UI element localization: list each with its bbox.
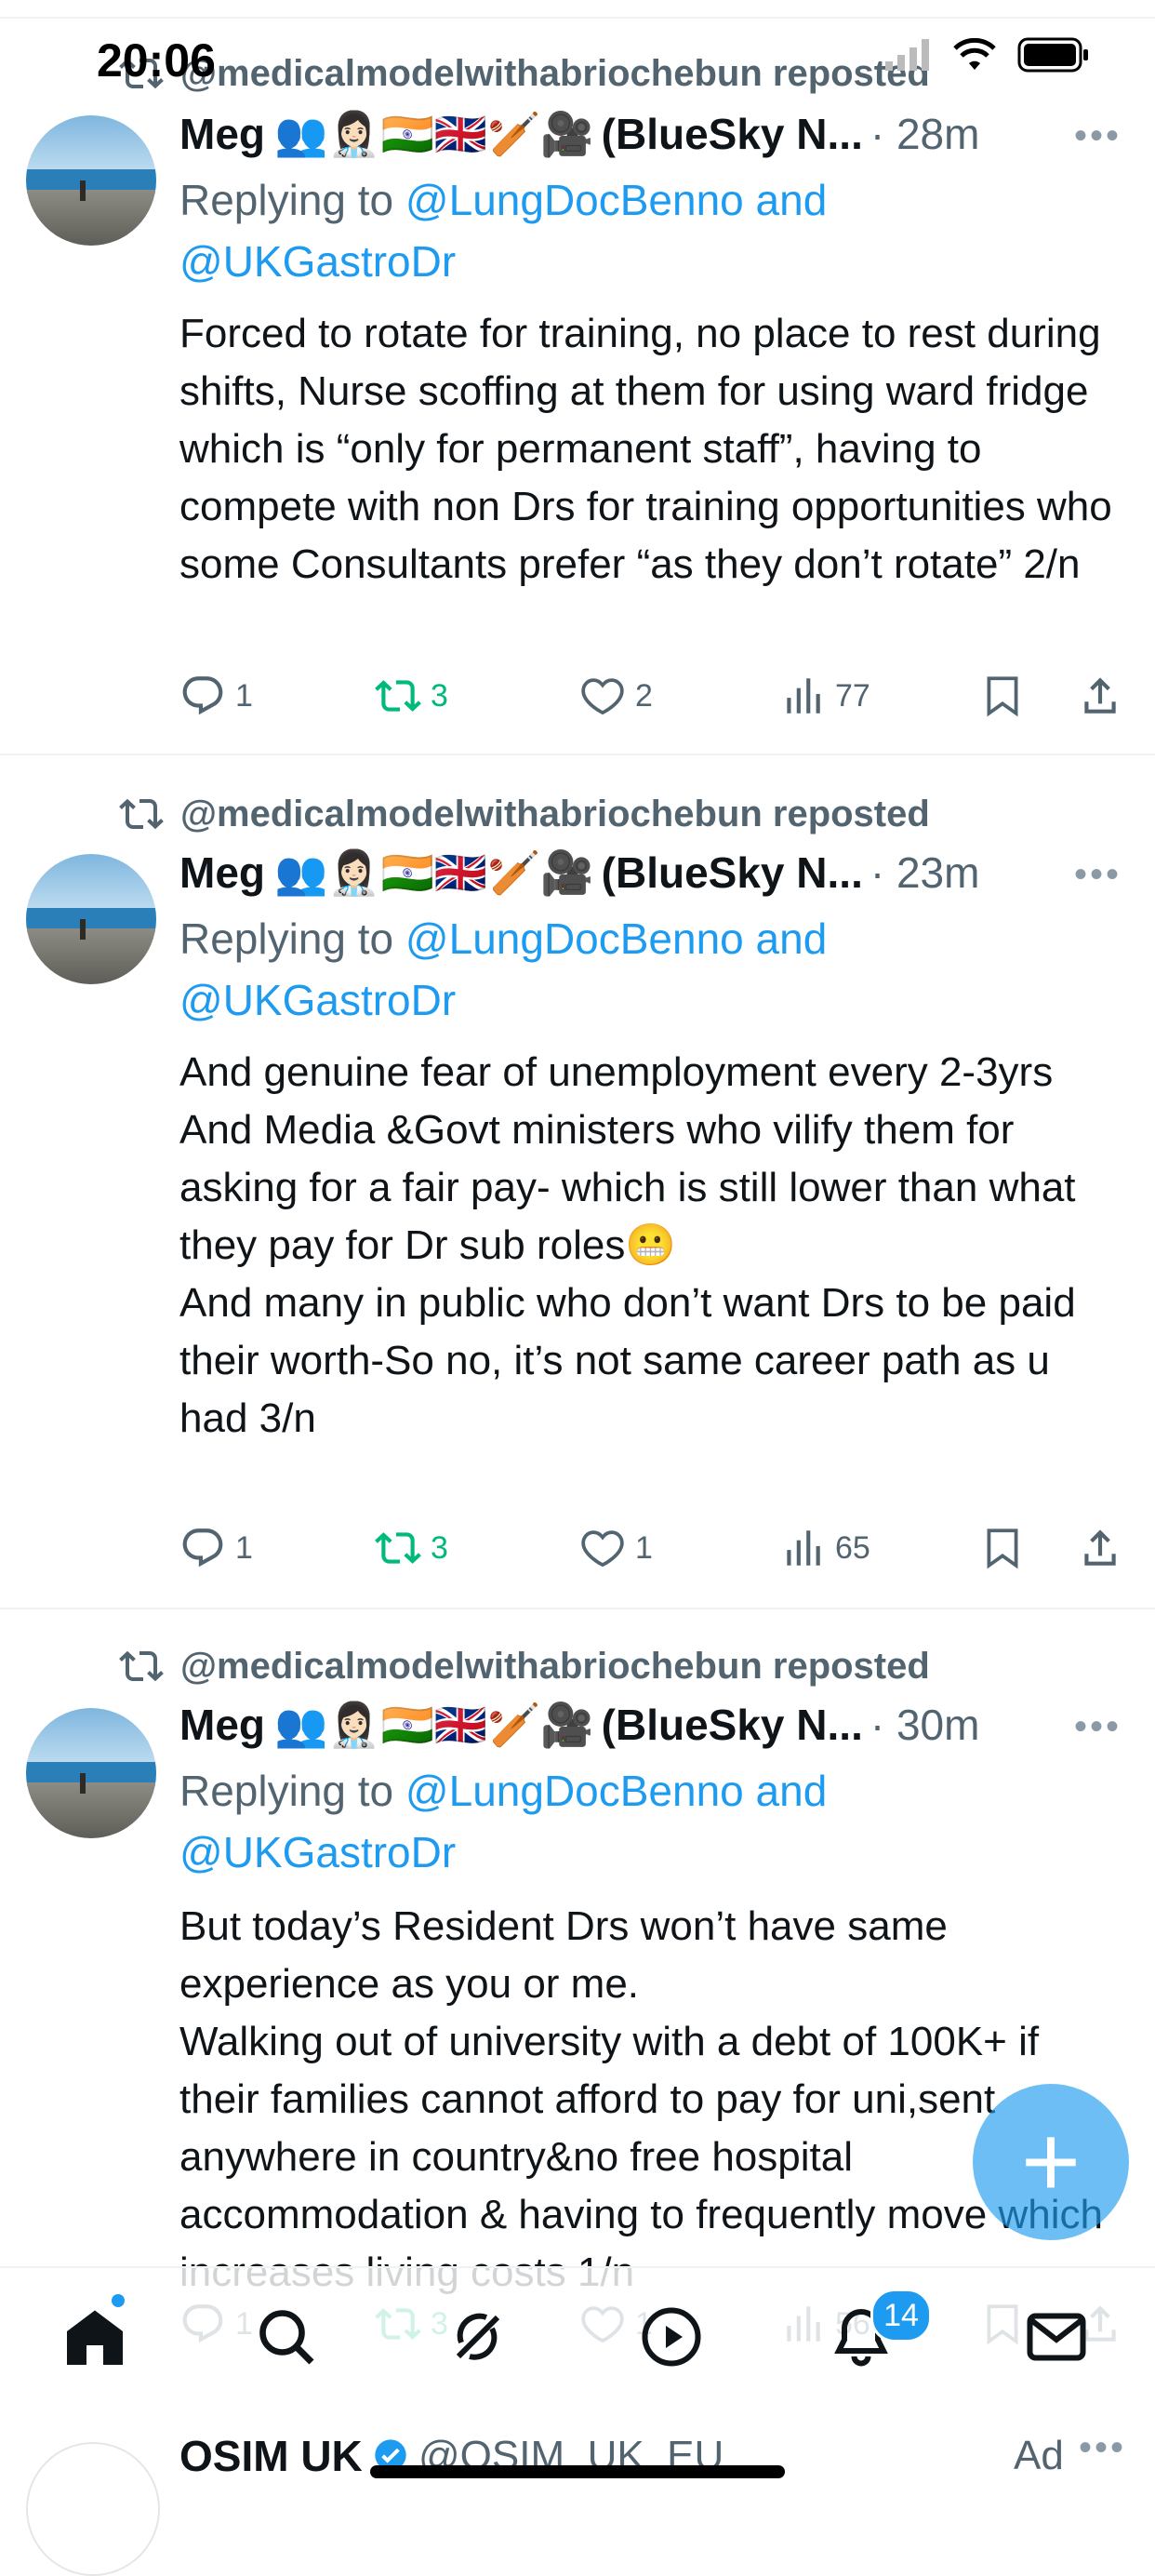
tweet-time[interactable]: · 30m [870,1700,980,1750]
status-bar: 20:06 [0,0,1155,102]
heart-icon [581,678,624,715]
author-emojis: 👥👩🏻‍⚕️🇮🇳🇬🇧🏏🎥 [274,847,594,898]
share-icon [1084,677,1116,714]
home-unread-dot [112,2294,125,2307]
share-button[interactable] [1077,668,1133,724]
tweet-text: And genuine fear of unemployment every 2… [179,1049,1076,1441]
heart-icon [581,1530,624,1568]
bookmark-icon [987,1528,1018,1569]
avatar[interactable] [26,854,156,984]
notifications-badge: 14 [870,2289,932,2342]
avatar[interactable] [26,1708,156,1838]
repost-text: @medicalmodelwithabriochebun reposted [180,1645,930,1687]
status-time: 20:06 [97,34,216,87]
repost-icon [375,1532,421,1564]
search-icon [259,2310,314,2365]
tweet-time[interactable]: · 23m [870,848,980,898]
author-name-suffix[interactable]: (BlueSky N... [602,109,863,159]
grok-icon [456,2313,500,2360]
tweet-time[interactable]: · 28m [870,109,980,159]
nav-grok[interactable] [445,2303,519,2378]
bottom-nav [0,2266,1155,2408]
views-count: 77 [835,677,870,714]
home-icon [67,2310,123,2365]
reply-icon [182,676,223,715]
like-count: 1 [635,1529,653,1566]
views-icon [787,1530,820,1566]
repost-button[interactable]: 3 [375,668,448,724]
replying-to: Replying to @LungDocBenno and @UKGastroD… [179,169,1109,292]
mail-icon [1027,2313,1086,2361]
views-count: 65 [835,1529,870,1566]
reply-icon [182,1528,223,1568]
compose-plus-icon: + [1020,2104,1082,2219]
bookmark-button[interactable] [979,1520,1035,1576]
avatar[interactable] [26,115,156,246]
author-emojis: 👥👩🏻‍⚕️🇮🇳🇬🇧🏏🎥 [274,108,594,159]
views-button[interactable]: 65 [779,1520,870,1576]
author-name-suffix[interactable]: (BlueSky N... [602,1700,863,1750]
repost-text: @medicalmodelwithabriochebun reposted [180,793,930,834]
repost-icon [119,798,164,830]
compose-button[interactable]: + [973,2084,1129,2240]
nav-home[interactable] [61,2303,136,2378]
replying-to: Replying to @LungDocBenno and @UKGastroD… [179,908,1109,1031]
more-icon[interactable]: ••• [1074,1706,1122,1748]
author-name[interactable]: Meg [179,109,265,159]
like-button[interactable]: 1 [579,1520,653,1576]
repost-indicator: @medicalmodelwithabriochebun reposted [119,791,930,837]
author-name[interactable]: Meg [179,1700,265,1750]
more-icon[interactable]: ••• [1074,854,1122,896]
tweet-divider [0,1608,1155,1609]
reply-prefix: Replying to [179,176,405,224]
repost-icon [119,1650,164,1682]
ad-tweet[interactable]: OSIM UK @OSIM_UK_EU Ad ••• [0,2414,1155,2576]
nav-messages[interactable] [1023,2303,1097,2378]
tweet-divider [0,754,1155,755]
tweet-header: Meg 👥👩🏻‍⚕️🇮🇳🇬🇧🏏🎥 (BlueSky N... · 28m [179,104,1119,164]
repost-count: 3 [431,1529,448,1566]
ad-author-name[interactable]: OSIM UK [179,2431,363,2481]
status-icons [885,37,1090,73]
more-icon[interactable]: ••• [1079,2427,1126,2469]
ad-avatar[interactable] [26,2442,160,2576]
repost-icon [375,680,421,712]
battery-icon [1017,37,1088,73]
bookmark-icon [987,676,1018,717]
repost-indicator: @medicalmodelwithabriochebun reposted [119,1643,930,1689]
wifi-icon [953,38,996,70]
play-icon [642,2307,701,2367]
signal-icon [885,39,929,71]
more-icon[interactable]: ••• [1074,115,1122,157]
nav-search[interactable] [253,2303,327,2378]
repost-button[interactable]: 3 [375,1520,448,1576]
author-name-suffix[interactable]: (BlueSky N... [602,848,863,898]
nav-video[interactable] [638,2303,712,2378]
share-icon [1084,1529,1116,1566]
tweet-text: Forced to rotate for training, no place … [179,311,1123,587]
tweet-text: But today’s Resident Drs won’t have same… [179,1903,1103,2295]
ad-label: Ad [1014,2433,1064,2478]
reply-button[interactable]: 1 [179,1520,253,1576]
tweet-header: Meg 👥👩🏻‍⚕️🇮🇳🇬🇧🏏🎥 (BlueSky N... · 30m [179,1695,1119,1755]
bookmark-button[interactable] [979,668,1035,724]
tweet-header: Meg 👥👩🏻‍⚕️🇮🇳🇬🇧🏏🎥 (BlueSky N... · 23m [179,843,1119,902]
home-indicator [370,2465,785,2478]
views-button[interactable]: 77 [779,668,870,724]
replying-to: Replying to @LungDocBenno and @UKGastroD… [179,1760,1109,1883]
tweet-actions: 1 3 1 65 [179,1520,1128,1576]
reply-count: 1 [235,1529,253,1566]
repost-count: 3 [431,677,448,714]
like-button[interactable]: 2 [579,668,653,724]
share-button[interactable] [1077,1520,1133,1576]
author-name[interactable]: Meg [179,848,265,898]
author-emojis: 👥👩🏻‍⚕️🇮🇳🇬🇧🏏🎥 [274,1699,594,1750]
tweet-actions: 1 3 2 77 [179,668,1128,724]
reply-count: 1 [235,677,253,714]
reply-prefix: Replying to [179,1767,405,1815]
reply-button[interactable]: 1 [179,668,253,724]
like-count: 2 [635,677,653,714]
views-icon [787,678,820,714]
reply-prefix: Replying to [179,914,405,963]
